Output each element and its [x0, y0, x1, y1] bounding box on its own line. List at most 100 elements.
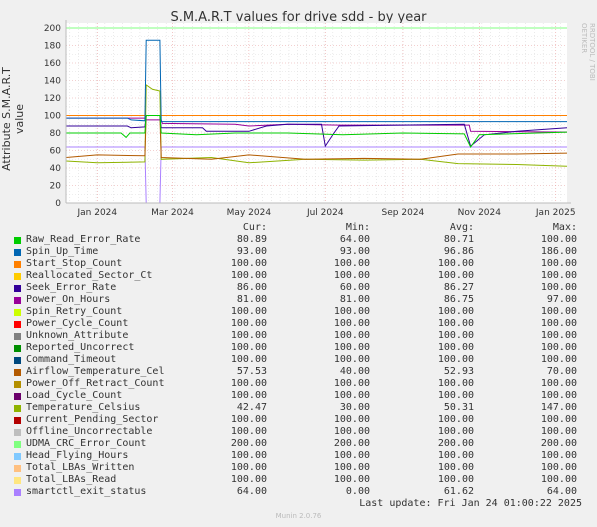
max-value: 100.00: [540, 354, 577, 365]
legend-swatch: [14, 465, 21, 472]
column-header: Cur:: [242, 222, 267, 233]
cur-value: 200.00: [230, 438, 267, 449]
chart: Jan 2024 Mar 2024 May 2024 Jul 2024 Sep 2024…: [44, 20, 576, 218]
legend-row: Power_Off_Retract_Count 100.00 100.00 100.0…: [0, 378, 597, 390]
cur-value: 100.00: [230, 306, 267, 317]
avg-value: 100.00: [437, 330, 474, 341]
min-value: 0.00: [345, 486, 370, 497]
avg-value: 100.00: [437, 390, 474, 401]
max-value: 100.00: [540, 318, 577, 329]
avg-value: 100.00: [437, 258, 474, 269]
min-value: 100.00: [333, 318, 370, 329]
avg-value: 200.00: [437, 438, 474, 449]
legend-swatch: [14, 273, 21, 280]
max-value: 100.00: [540, 426, 577, 437]
cur-value: 100.00: [230, 378, 267, 389]
legend-swatch: [14, 417, 21, 424]
avg-value: 100.00: [437, 414, 474, 425]
legend-swatch: [14, 453, 21, 460]
min-value: 100.00: [333, 390, 370, 401]
min-value: 100.00: [333, 258, 370, 269]
min-value: 100.00: [333, 306, 370, 317]
series-name: Current_Pending_Sector: [26, 414, 159, 425]
min-value: 100.00: [333, 462, 370, 473]
avg-value: 86.27: [443, 282, 474, 293]
legend-swatch: [14, 237, 21, 244]
min-value: 100.00: [333, 450, 370, 461]
series-name: Temperature_Celsius: [26, 402, 141, 413]
legend-row: Airflow_Temperature_Cel 57.53 40.00 52.93 70…: [0, 366, 597, 378]
avg-value: 100.00: [437, 426, 474, 437]
cur-value: 100.00: [230, 474, 267, 485]
legend-row: Power_On_Hours 81.00 81.00 86.75 97.00: [0, 294, 597, 306]
series-name: Power_Off_Retract_Count: [26, 378, 165, 389]
series-name: Start_Stop_Count: [26, 258, 123, 269]
min-value: 40.00: [339, 366, 370, 377]
x-tick-label: Sep 2024: [382, 208, 425, 218]
y-tick-label: 80: [50, 129, 62, 139]
y-tick-label: 200: [44, 24, 61, 34]
series-name: Command_Timeout: [26, 354, 117, 365]
legend-row: Total_LBAs_Written 100.00 100.00 100.00 100.…: [0, 462, 597, 474]
series-name: Airflow_Temperature_Cel: [26, 366, 165, 377]
min-value: 100.00: [333, 342, 370, 353]
max-value: 100.00: [540, 282, 577, 293]
x-tick-label: Nov 2024: [458, 208, 502, 218]
last-update: Last update: Fri Jan 24 01:00:22 2025: [359, 498, 582, 509]
legend-swatch: [14, 261, 21, 268]
legend-row: Head_Flying_Hours 100.00 100.00 100.00 100.0…: [0, 450, 597, 462]
legend-swatch: [14, 345, 21, 352]
y-tick-label: 40: [50, 164, 62, 174]
legend-swatch: [14, 249, 21, 256]
avg-value: 100.00: [437, 474, 474, 485]
y-tick-label: 180: [44, 42, 61, 52]
avg-value: 100.00: [437, 378, 474, 389]
max-value: 100.00: [540, 462, 577, 473]
legend-swatch: [14, 441, 21, 448]
y-tick-label: 120: [44, 94, 61, 104]
max-value: 100.00: [540, 414, 577, 425]
max-value: 100.00: [540, 390, 577, 401]
legend-row: Temperature_Celsius 42.47 30.00 50.31 147.00: [0, 402, 597, 414]
min-value: 60.00: [339, 282, 370, 293]
column-header: Avg:: [449, 222, 474, 233]
cur-value: 80.89: [236, 234, 267, 245]
x-tick-label: Jan 2024: [76, 208, 117, 218]
max-value: 100.00: [540, 270, 577, 281]
avg-value: 100.00: [437, 354, 474, 365]
min-value: 64.00: [339, 234, 370, 245]
max-value: 70.00: [546, 366, 577, 377]
legend-swatch: [14, 321, 21, 328]
avg-value: 100.00: [437, 270, 474, 281]
max-value: 100.00: [540, 330, 577, 341]
legend-row: Power_Cycle_Count 100.00 100.00 100.00 100.0…: [0, 318, 597, 330]
series-name: Offline_Uncorrectable: [26, 426, 153, 437]
series-name: Total_LBAs_Read: [26, 474, 117, 485]
cur-value: 81.00: [236, 294, 267, 305]
avg-value: 96.86: [443, 246, 474, 257]
legend-swatch: [14, 369, 21, 376]
max-value: 97.00: [546, 294, 577, 305]
cur-value: 100.00: [230, 342, 267, 353]
series-name: Raw_Read_Error_Rate: [26, 234, 141, 245]
legend-swatch: [14, 297, 21, 304]
series-name: Load_Cycle_Count: [26, 390, 123, 401]
legend-row: Current_Pending_Sector 100.00 100.00 100.00…: [0, 414, 597, 426]
series-name: Unknown_Attribute: [26, 330, 129, 341]
munin-version: Munin 2.0.76: [275, 512, 322, 520]
legend-row: UDMA_CRC_Error_Count 200.00 200.00 200.00 20…: [0, 438, 597, 450]
min-value: 100.00: [333, 354, 370, 365]
y-tick-label: 20: [50, 182, 62, 192]
max-value: 64.00: [546, 486, 577, 497]
min-value: 200.00: [333, 438, 370, 449]
series-name: Power_Cycle_Count: [26, 318, 129, 329]
legend-row: Load_Cycle_Count 100.00 100.00 100.00 100.00: [0, 390, 597, 402]
cur-value: 100.00: [230, 390, 267, 401]
avg-value: 100.00: [437, 342, 474, 353]
x-tick-label: May 2024: [227, 208, 272, 218]
legend-swatch: [14, 357, 21, 364]
legend-swatch: [14, 333, 21, 340]
min-value: 100.00: [333, 330, 370, 341]
column-header: Min:: [345, 222, 370, 233]
legend-swatch: [14, 285, 21, 292]
